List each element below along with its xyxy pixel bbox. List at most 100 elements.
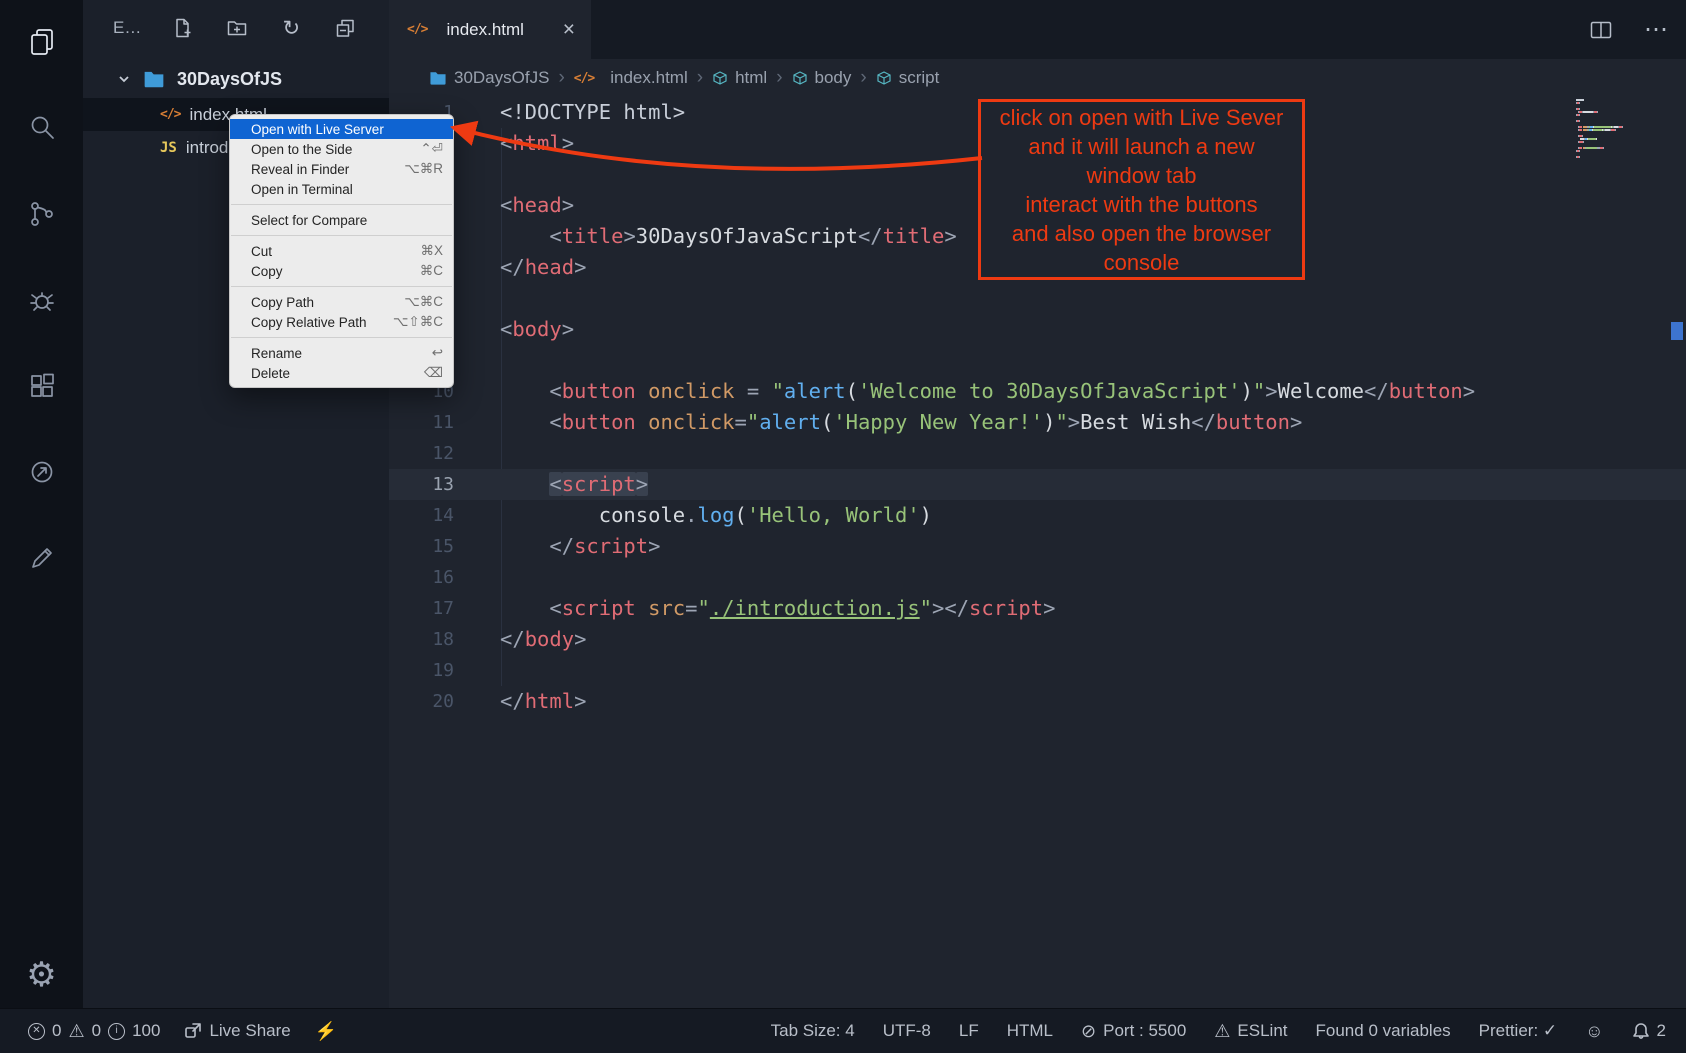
extensions-icon[interactable] xyxy=(18,362,66,410)
code-token: script xyxy=(562,596,636,620)
search-icon[interactable] xyxy=(18,104,66,152)
chevron-right-icon: › xyxy=(558,67,564,89)
settings-gear-icon[interactable]: ⚙ xyxy=(0,958,83,992)
breadcrumb-symbol-html[interactable]: html xyxy=(712,68,767,88)
menu-item-cut[interactable]: Cut⌘X xyxy=(230,241,453,261)
more-actions-icon[interactable]: ⋯ xyxy=(1644,15,1668,44)
code-token: Best Wish xyxy=(1080,410,1191,434)
menu-item-shortcut: ⌃⏎ xyxy=(420,141,443,157)
minimap-segment xyxy=(1593,129,1602,131)
live-server-port[interactable]: ⊘ Port : 5500 xyxy=(1081,1021,1186,1041)
language-indicator[interactable]: HTML xyxy=(1007,1021,1053,1041)
folder-row-30daysofjs[interactable]: 30DaysOfJS xyxy=(83,60,389,98)
eol-indicator[interactable]: LF xyxy=(959,1021,979,1041)
code-token: head xyxy=(525,255,574,279)
code-line-9[interactable]: 9 xyxy=(389,345,1686,376)
code-token: 'Happy New Year!' xyxy=(833,410,1043,434)
code-line-10[interactable]: 10 <button onclick = "alert('Welcome to … xyxy=(389,376,1686,407)
menu-item-open-with-live-server[interactable]: Open with Live Server xyxy=(230,119,453,139)
folder-icon xyxy=(429,70,447,86)
line-number: 20 xyxy=(389,686,454,717)
chevron-right-icon: › xyxy=(697,67,703,89)
code-line-20[interactable]: 20</html> xyxy=(389,686,1686,717)
code-line-17[interactable]: 17 <script src="./introduction.js"></scr… xyxy=(389,593,1686,624)
minimap-segment xyxy=(1597,111,1598,113)
menu-item-open-to-the-side[interactable]: Open to the Side⌃⏎ xyxy=(230,139,453,159)
live-share-icon[interactable] xyxy=(18,448,66,496)
close-icon[interactable]: × xyxy=(563,19,575,40)
info-icon: i xyxy=(108,1023,125,1040)
new-folder-icon[interactable] xyxy=(223,14,251,42)
annotation-line: window tab xyxy=(1086,161,1196,190)
breadcrumb-symbol-body[interactable]: body xyxy=(792,68,852,88)
code-token: < xyxy=(549,472,561,496)
breadcrumb-file[interactable]: </> index.html xyxy=(574,68,688,88)
code-token xyxy=(500,596,549,620)
menu-item-label: Select for Compare xyxy=(251,213,429,228)
bell-icon xyxy=(1632,1022,1650,1040)
code-token: > xyxy=(944,224,956,248)
run-debug-icon[interactable] xyxy=(18,276,66,324)
menu-item-rename[interactable]: Rename↩ xyxy=(230,343,453,363)
menu-item-copy-path[interactable]: Copy Path⌥⌘C xyxy=(230,292,453,312)
code-line-19[interactable]: 19 xyxy=(389,655,1686,686)
tab-index-html[interactable]: </> index.html × xyxy=(389,0,591,59)
breadcrumb-folder[interactable]: 30DaysOfJS xyxy=(429,68,549,88)
status-bar: ✕ 0 ⚠ 0 i 100 Live Share ⚡ Tab Size: 4 U… xyxy=(0,1008,1686,1053)
info-count: 100 xyxy=(132,1021,160,1041)
code-line-8[interactable]: 8<body> xyxy=(389,314,1686,345)
split-editor-icon[interactable] xyxy=(1588,18,1614,42)
variables-status[interactable]: Found 0 variables xyxy=(1316,1021,1451,1041)
folder-icon xyxy=(143,69,165,89)
source-control-icon[interactable] xyxy=(18,190,66,238)
code-token: title xyxy=(562,224,624,248)
menu-item-reveal-in-finder[interactable]: Reveal in Finder⌥⌘R xyxy=(230,159,453,179)
menu-item-open-in-terminal[interactable]: Open in Terminal xyxy=(230,179,453,199)
menu-item-copy-relative-path[interactable]: Copy Relative Path⌥⇧⌘C xyxy=(230,312,453,332)
problems-indicator[interactable]: ✕ 0 ⚠ 0 i 100 xyxy=(28,1021,160,1041)
new-file-icon[interactable] xyxy=(169,14,197,42)
notifications-bell[interactable]: 2 xyxy=(1632,1021,1666,1041)
menu-item-select-for-compare[interactable]: Select for Compare xyxy=(230,210,453,230)
explorer-icon[interactable] xyxy=(18,18,66,66)
code-line-11[interactable]: 11 <button onclick="alert('Happy New Yea… xyxy=(389,407,1686,438)
menu-separator xyxy=(231,235,452,236)
code-token: ( xyxy=(735,503,747,527)
chevron-right-icon: › xyxy=(776,67,782,89)
prettier-status[interactable]: Prettier: ✓ xyxy=(1479,1021,1557,1041)
line-text xyxy=(454,438,500,469)
minimap[interactable] xyxy=(1576,99,1668,159)
menu-separator xyxy=(231,286,452,287)
minimap-segment xyxy=(1579,156,1580,158)
menu-item-copy[interactable]: Copy⌘C xyxy=(230,261,453,281)
code-line-16[interactable]: 16 xyxy=(389,562,1686,593)
code-line-13[interactable]: 13 <script> xyxy=(389,469,1686,500)
menu-item-delete[interactable]: Delete⌫ xyxy=(230,363,453,383)
breadcrumb-symbol-script[interactable]: script xyxy=(876,68,940,88)
code-line-7[interactable]: 7 xyxy=(389,283,1686,314)
code-token: > xyxy=(1463,379,1475,403)
eslint-status[interactable]: ⚠ ESLint xyxy=(1214,1021,1287,1041)
code-token: > xyxy=(1265,379,1277,403)
html-file-icon: </> xyxy=(407,22,427,37)
breadcrumb: 30DaysOfJS › </> index.html › html › bod… xyxy=(389,59,1686,97)
code-token: alert xyxy=(784,379,846,403)
encoding-indicator[interactable]: UTF-8 xyxy=(883,1021,931,1041)
code-line-18[interactable]: 18</body> xyxy=(389,624,1686,655)
minimap-line xyxy=(1576,141,1668,143)
pen-icon[interactable] xyxy=(18,534,66,582)
feedback-smiley-icon[interactable]: ☺ xyxy=(1585,1022,1603,1040)
code-line-12[interactable]: 12 xyxy=(389,438,1686,469)
share-icon xyxy=(184,1022,202,1040)
code-token: html xyxy=(525,689,574,713)
code-line-15[interactable]: 15 </script> xyxy=(389,531,1686,562)
lightning-button[interactable]: ⚡ xyxy=(315,1022,337,1040)
tab-size-indicator[interactable]: Tab Size: 4 xyxy=(771,1021,855,1041)
menu-item-label: Copy xyxy=(251,264,406,279)
live-share-button[interactable]: Live Share xyxy=(184,1021,290,1041)
collapse-all-icon[interactable] xyxy=(331,14,359,42)
refresh-icon[interactable]: ↻ xyxy=(277,14,305,42)
code-line-14[interactable]: 14 console.log('Hello, World') xyxy=(389,500,1686,531)
minimap-segment xyxy=(1576,99,1584,101)
chevron-down-icon xyxy=(117,72,131,86)
